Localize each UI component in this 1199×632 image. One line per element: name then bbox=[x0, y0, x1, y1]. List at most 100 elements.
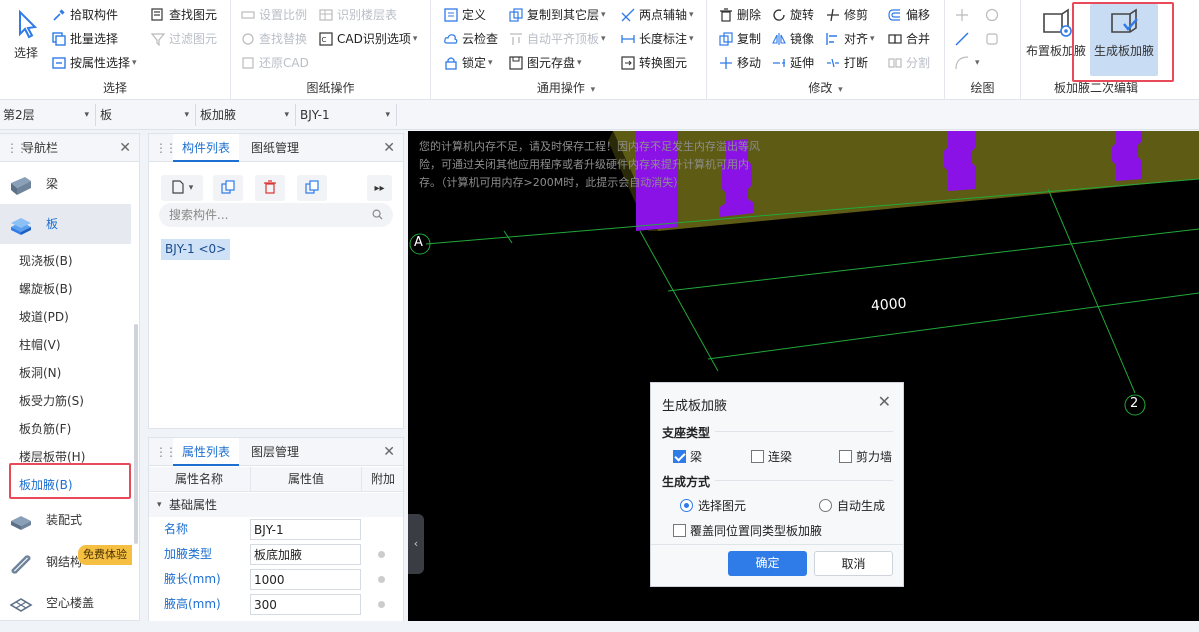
override-same-haunch-checkbox[interactable]: 覆盖同位置同类型板加腋 bbox=[673, 522, 822, 539]
auto-align-top-button[interactable]: 自动平齐顶板 ▾ bbox=[509, 29, 606, 49]
draw-point-button[interactable] bbox=[955, 5, 973, 25]
property-row-name: 名称 BJY-1 bbox=[149, 517, 403, 542]
cloud-check-button[interactable]: 云检查 bbox=[444, 29, 498, 49]
close-icon[interactable]: ✕ bbox=[383, 438, 395, 466]
mirror-button[interactable]: 镜像 bbox=[772, 29, 814, 49]
highlight-slab-haunch bbox=[9, 463, 131, 499]
property-value-input[interactable]: 1000 bbox=[250, 569, 361, 590]
method-select-element-radio[interactable]: 选择图元 bbox=[680, 497, 746, 514]
cad-recognize-options-button[interactable]: C CAD识别选项 ▾ bbox=[319, 29, 417, 49]
filter-element-button[interactable]: 过滤图元 bbox=[151, 29, 217, 49]
restore-cad-button[interactable]: 还原CAD bbox=[241, 53, 309, 73]
length-dimension-button[interactable]: 长度标注 ▾ bbox=[621, 29, 694, 49]
element-save-button[interactable]: 图元存盘 ▾ bbox=[509, 53, 582, 73]
free-trial-badge[interactable]: 免费体验 bbox=[78, 545, 132, 565]
lock-button[interactable]: 锁定 ▾ bbox=[444, 53, 493, 73]
nav-item-prefab[interactable]: 装配式 bbox=[0, 500, 131, 540]
checkbox-checked[interactable] bbox=[673, 450, 686, 463]
ok-button[interactable]: 确定 bbox=[728, 551, 807, 576]
type-select[interactable]: 板加腋 ▾ bbox=[197, 104, 296, 126]
draw-circle-button[interactable] bbox=[985, 5, 1003, 25]
new-component-button[interactable]: ▾ bbox=[161, 175, 203, 201]
recognize-floor-table-button[interactable]: 识别楼层表 bbox=[319, 5, 397, 25]
more-button[interactable]: ▸▸ bbox=[367, 175, 392, 201]
copy-component-button[interactable] bbox=[213, 175, 243, 201]
property-value-input[interactable]: BJY-1 bbox=[250, 519, 361, 540]
category-select[interactable]: 板 ▾ bbox=[97, 104, 196, 126]
checkbox-unchecked[interactable] bbox=[673, 524, 686, 537]
define-button[interactable]: 定义 bbox=[444, 5, 486, 25]
extra-checkbox[interactable] bbox=[378, 551, 385, 558]
draw-arc-button[interactable]: ▾ bbox=[955, 53, 980, 73]
select-button[interactable]: 选择 bbox=[8, 8, 44, 61]
convert-element-button[interactable]: 转换图元 bbox=[621, 53, 687, 73]
tab-drawing-management[interactable]: 图纸管理 bbox=[242, 134, 308, 162]
pick-component-button[interactable]: 拾取构件 bbox=[52, 5, 118, 25]
find-replace-button[interactable]: 查找替换 bbox=[241, 29, 307, 49]
nav-item-slab[interactable]: 板 bbox=[0, 204, 131, 244]
extend-button[interactable]: 延伸 bbox=[772, 53, 814, 73]
support-link-beam-checkbox[interactable]: 连梁 bbox=[751, 448, 792, 465]
delete-button[interactable]: 删除 bbox=[719, 5, 761, 25]
close-icon[interactable]: ✕ bbox=[383, 134, 395, 162]
chevron-down-icon: ▾ bbox=[870, 34, 875, 44]
collapse-panel-handle[interactable]: ‹ bbox=[408, 514, 424, 574]
component-select[interactable]: BJY-1 ▾ bbox=[297, 104, 397, 126]
lock-icon bbox=[444, 56, 458, 70]
method-auto-generate-radio[interactable]: 自动生成 bbox=[819, 497, 885, 514]
support-beam-checkbox[interactable]: 梁 bbox=[673, 448, 702, 465]
draw-rect-button[interactable] bbox=[985, 29, 1003, 49]
nav-sub-spiral-slab[interactable]: 螺旋板(B) bbox=[0, 275, 131, 303]
set-scale-button[interactable]: 设置比例 bbox=[241, 5, 307, 25]
trim-button[interactable]: 修剪 bbox=[826, 5, 868, 25]
component-item[interactable]: BJY-1 <0> bbox=[161, 239, 231, 260]
draw-line-button[interactable] bbox=[955, 29, 973, 49]
nav-item-hollow-floor[interactable]: 空心楼盖 bbox=[0, 583, 131, 623]
extra-checkbox[interactable] bbox=[378, 601, 385, 608]
basic-property-section[interactable]: ▾ 基础属性 bbox=[149, 493, 403, 517]
radio-selected[interactable] bbox=[680, 499, 693, 512]
break-button[interactable]: 打断 bbox=[826, 53, 868, 73]
nav-sub-ramp[interactable]: 坡道(PD) bbox=[0, 303, 131, 331]
nav-sub-slab-hole[interactable]: 板洞(N) bbox=[0, 359, 131, 387]
offset-button[interactable]: 偏移 bbox=[888, 5, 930, 25]
nav-sub-slab-neg-rebar[interactable]: 板负筋(F) bbox=[0, 415, 131, 443]
rotate-button[interactable]: 旋转 bbox=[772, 5, 814, 25]
batch-select-button[interactable]: 批量选择 bbox=[52, 29, 118, 49]
grip-icon[interactable]: ⋮⋮ bbox=[155, 438, 177, 466]
close-icon[interactable]: ✕ bbox=[878, 392, 891, 411]
two-point-axis-button[interactable]: 两点辅轴 ▾ bbox=[621, 5, 694, 25]
checkbox-unchecked[interactable] bbox=[839, 450, 852, 463]
select-by-property-button[interactable]: 按属性选择 ▾ bbox=[52, 53, 137, 73]
tab-layer-management[interactable]: 图层管理 bbox=[242, 438, 308, 466]
property-value-input[interactable]: 板底加腋 bbox=[250, 544, 361, 565]
split-button[interactable]: 分割 bbox=[888, 53, 930, 73]
delete-component-button[interactable] bbox=[255, 175, 285, 201]
floor-select[interactable]: 第2层 ▾ bbox=[0, 104, 96, 126]
copy-button[interactable]: 复制 bbox=[719, 29, 761, 49]
nav-scrollbar[interactable] bbox=[134, 324, 138, 544]
align-button[interactable]: 对齐 ▾ bbox=[826, 29, 875, 49]
nav-sub-column-cap[interactable]: 柱帽(V) bbox=[0, 331, 131, 359]
radio-unselected[interactable] bbox=[819, 499, 832, 512]
checkbox-unchecked[interactable] bbox=[751, 450, 764, 463]
search-component-input[interactable]: 搜索构件... bbox=[159, 203, 393, 227]
nav-sub-cast-slab[interactable]: 现浇板(B) bbox=[0, 247, 131, 275]
grip-icon[interactable]: ⋮⋮ bbox=[155, 134, 177, 162]
copy-to-layer-button[interactable]: 复制到其它层 ▾ bbox=[509, 5, 606, 25]
find-element-button[interactable]: 查找图元 bbox=[151, 5, 217, 25]
close-icon[interactable]: ✕ bbox=[119, 134, 131, 162]
crosshair-icon bbox=[955, 8, 969, 22]
extra-checkbox[interactable] bbox=[378, 576, 385, 583]
layers-icon bbox=[305, 179, 319, 197]
duplicate-layer-button[interactable] bbox=[297, 175, 327, 201]
move-button[interactable]: 移动 bbox=[719, 53, 761, 73]
nav-sub-slab-rebar[interactable]: 板受力筋(S) bbox=[0, 387, 131, 415]
cancel-button[interactable]: 取消 bbox=[814, 551, 893, 576]
support-shear-wall-checkbox[interactable]: 剪力墙 bbox=[839, 448, 892, 465]
tab-component-list[interactable]: 构件列表 bbox=[173, 134, 240, 162]
tab-property-list[interactable]: 属性列表 bbox=[173, 438, 240, 466]
nav-item-beam[interactable]: 梁 bbox=[0, 164, 131, 204]
property-value-input[interactable]: 300 bbox=[250, 594, 361, 615]
merge-button[interactable]: 合并 bbox=[888, 29, 930, 49]
